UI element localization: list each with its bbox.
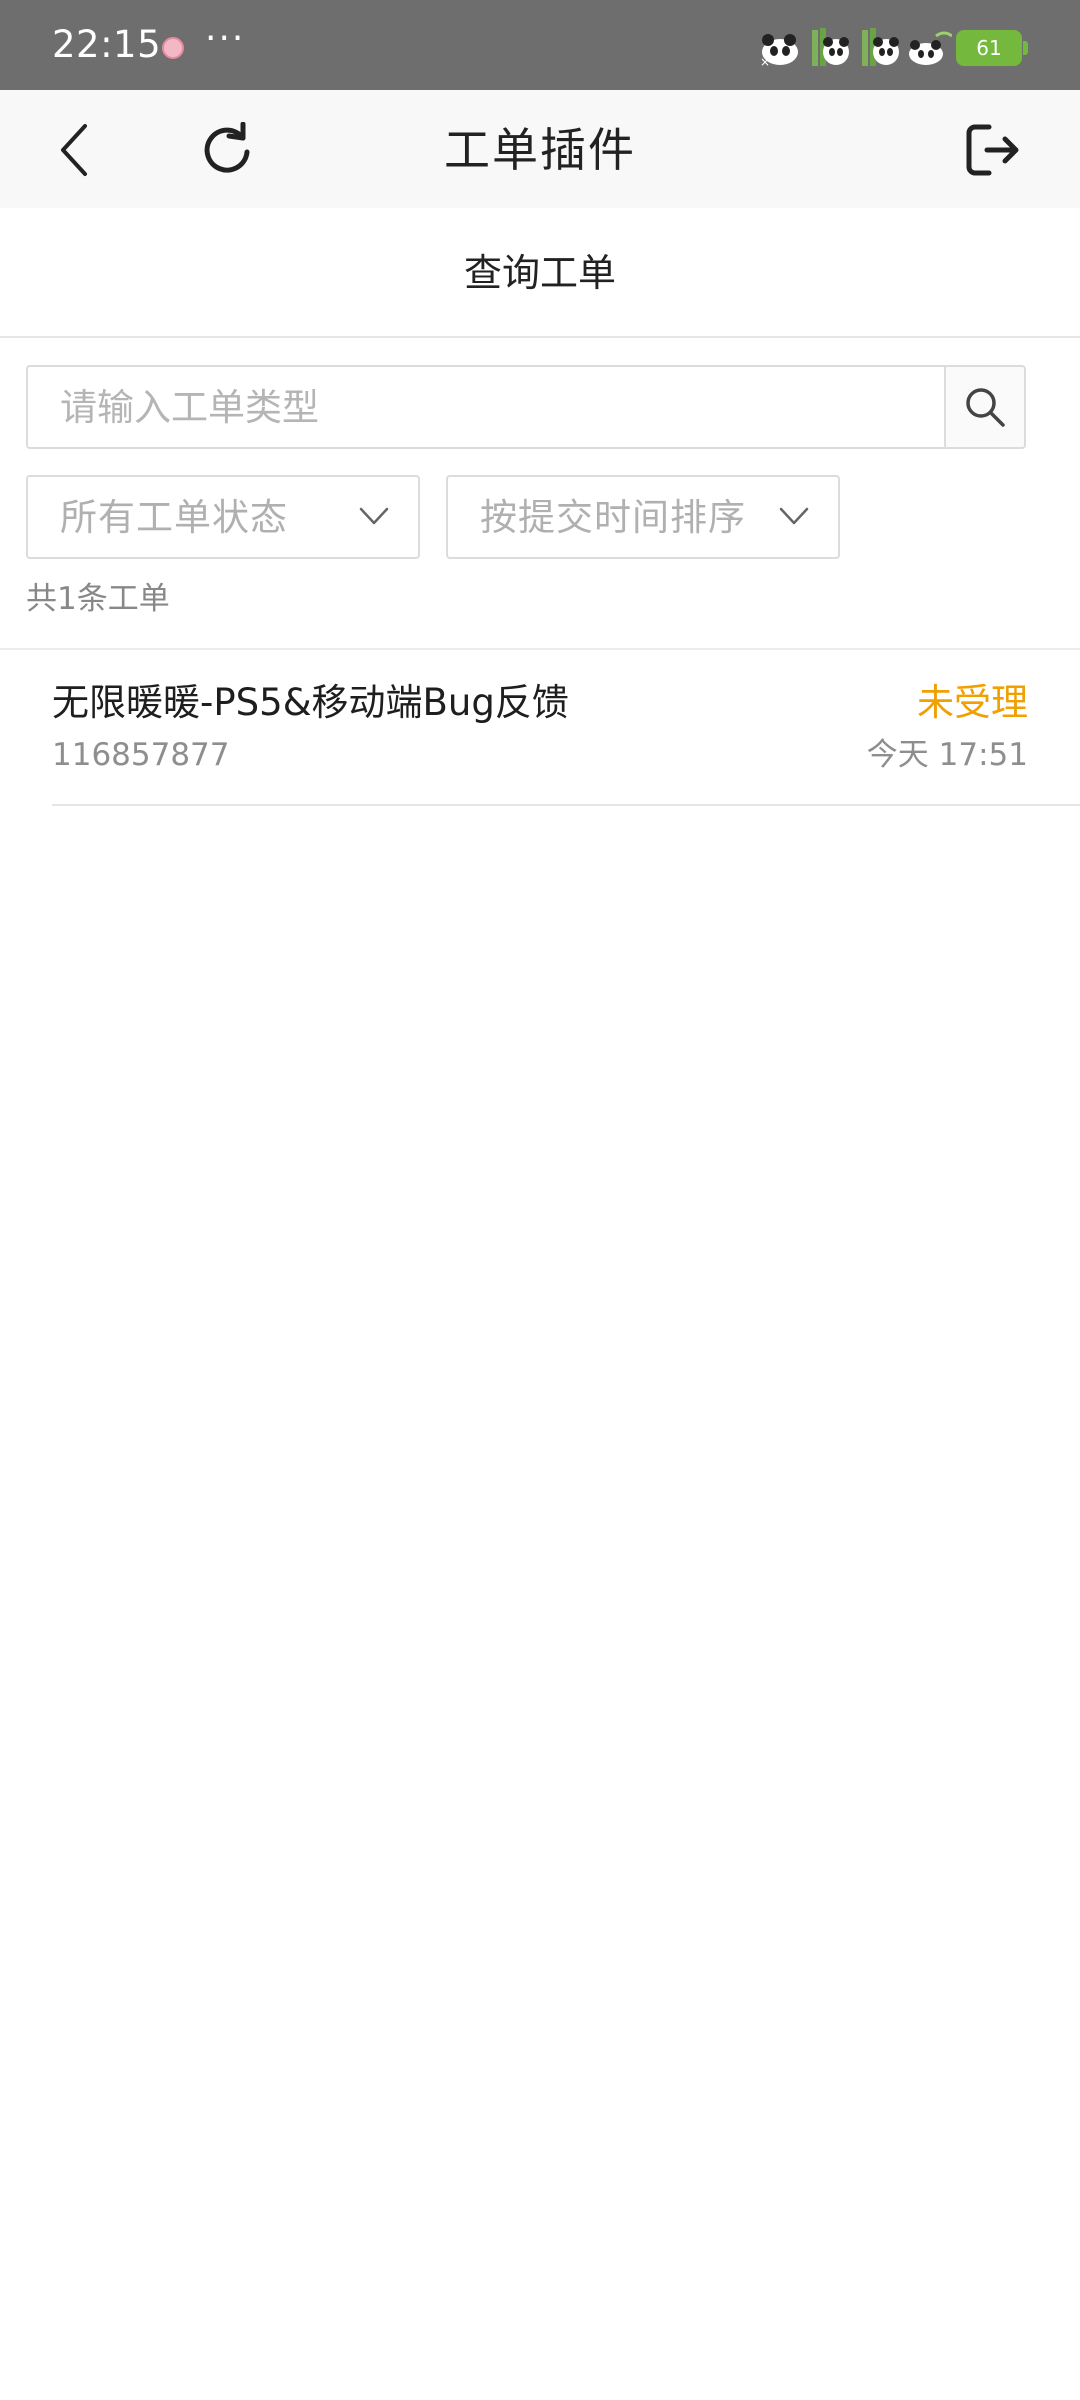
logout-icon [966,124,1019,176]
exit-button[interactable] [957,115,1027,185]
ticket-count: 共1条工单 [26,581,170,617]
notification-icon [162,37,184,59]
search-icon [966,388,1005,427]
panda-wifi-icon [909,31,952,65]
sort-dropdown[interactable]: 按提交时间排序 [446,475,840,559]
chevron-down-icon [779,507,809,525]
search-button[interactable] [944,365,1026,449]
app-header: 工单插件 [0,90,1080,208]
ticket-title: 无限暖暖-PS5&移动端Bug反馈 [52,681,569,724]
status-filter-label: 所有工单状态 [60,496,288,539]
battery-icon: 61 [956,30,1028,66]
tab-query-tickets[interactable]: 查询工单 [0,208,1080,338]
panda-bamboo-icon [812,28,849,66]
ticket-time: 今天 17:51 [866,737,1028,773]
tab-label: 查询工单 [463,251,616,295]
status-icons: × 61 [756,24,1028,72]
list-item[interactable]: 无限暖暖-PS5&移动端Bug反馈 116857877 未受理 今天 17:51 [52,650,1080,806]
ticket-id: 116857877 [52,737,230,773]
status-filter-dropdown[interactable]: 所有工单状态 [26,475,420,559]
sort-label: 按提交时间排序 [480,496,746,539]
search-bar [26,365,1026,449]
status-time: 22:15 [52,23,162,66]
status-bar: 22:15 ··· × 61 [0,0,1080,90]
svg-text:×: × [760,55,770,68]
status-badge: 未受理 [917,681,1028,724]
search-input[interactable] [26,365,944,449]
chevron-down-icon [359,507,389,525]
panda-icon: × [760,34,798,68]
page-title: 工单插件 [444,123,636,177]
panda-bamboo-icon [862,28,899,66]
more-notifications-icon: ··· [205,18,246,59]
